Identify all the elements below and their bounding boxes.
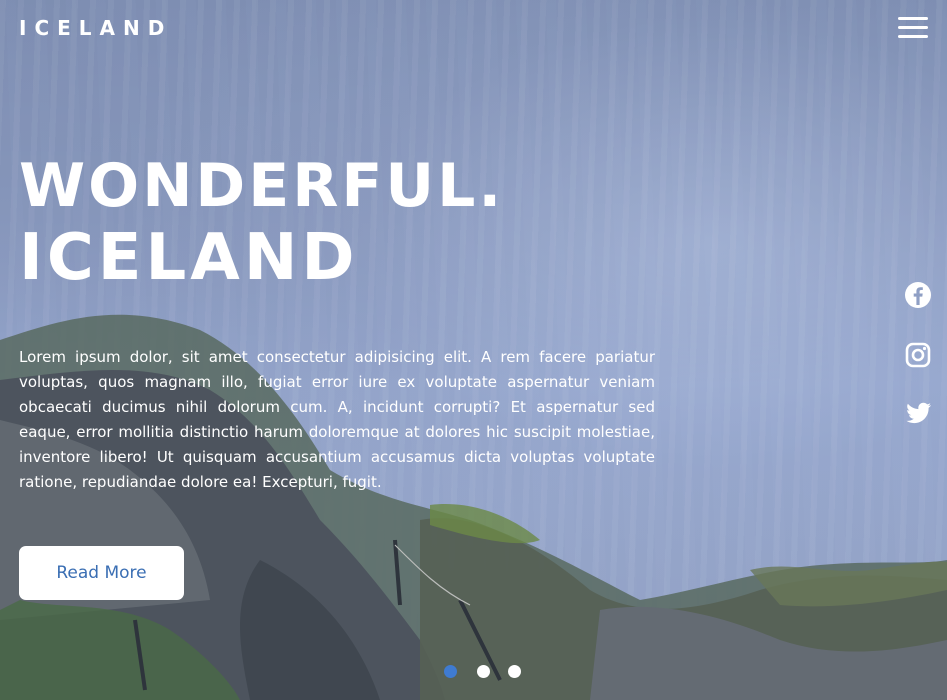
hero-section: ICELAND WONDERFUL. ICELAND Lorem ipsum d… <box>0 0 947 700</box>
menu-bar <box>898 26 928 29</box>
instagram-icon[interactable] <box>903 340 933 370</box>
facebook-icon[interactable] <box>903 280 933 310</box>
hero-description: Lorem ipsum dolor, sit amet consectetur … <box>19 348 655 491</box>
hamburger-menu-icon[interactable] <box>898 15 928 41</box>
headline-line-2: ICELAND <box>19 221 359 295</box>
twitter-icon[interactable] <box>903 398 933 428</box>
headline-line-1: WONDERFUL. <box>19 151 505 221</box>
read-more-button[interactable]: Read More <box>19 546 184 600</box>
menu-bar <box>898 35 928 38</box>
slider-dot-1[interactable] <box>444 665 457 678</box>
slider-dot-3[interactable] <box>508 665 521 678</box>
hero-headline: WONDERFUL. ICELAND <box>19 150 504 294</box>
menu-bar <box>898 17 928 20</box>
slider-dot-2[interactable] <box>477 665 490 678</box>
site-logo[interactable]: ICELAND <box>19 16 172 40</box>
slider-pagination <box>444 665 524 679</box>
